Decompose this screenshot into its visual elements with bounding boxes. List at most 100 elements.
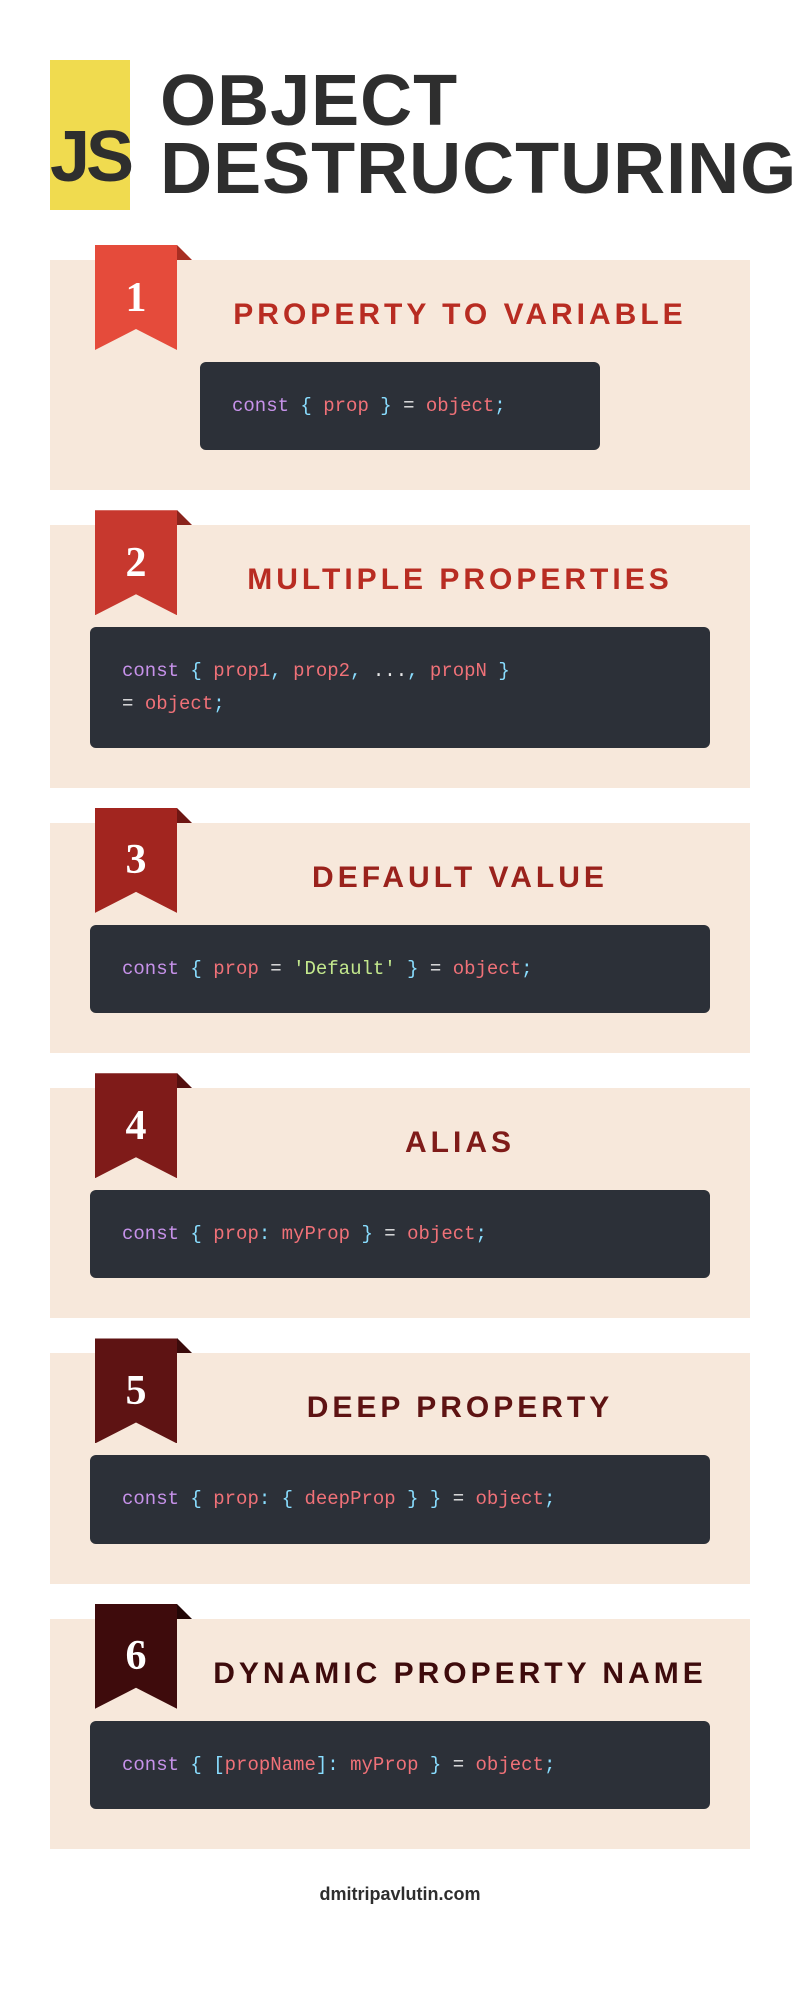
footer-credit: dmitripavlutin.com [50,1884,750,1925]
ribbon: 6 [95,1604,177,1709]
code-token [202,660,213,682]
ribbon-number: 3 [95,808,177,913]
code-token [312,395,323,417]
section-4: 4ALIASconst { prop: myProp } = object; [50,1088,750,1318]
section-title: DEEP PROPERTY [210,1383,710,1425]
code-token [487,660,498,682]
code-token: : [259,1488,270,1510]
code-token [392,395,403,417]
code-token [361,660,372,682]
code-token [270,1488,281,1510]
js-logo-text: JS [50,116,130,198]
code-token: prop [213,1223,259,1245]
code-token: { [190,1488,201,1510]
code-token [259,958,270,980]
code-token: const [122,1488,179,1510]
ribbon-fold [177,1073,192,1088]
code-token: { [190,660,201,682]
code-token: , [350,660,361,682]
code-block: const { prop: { deepProp } } = object; [90,1455,710,1543]
section-6: 6DYNAMIC PROPERTY NAMEconst { [propName]… [50,1619,750,1849]
code-token [369,395,380,417]
code-token [202,958,213,980]
code-token: propName [225,1754,316,1776]
code-token: deepProp [304,1488,395,1510]
ribbon-number: 4 [95,1073,177,1178]
code-token: propN [430,660,487,682]
code-token: const [122,1754,179,1776]
code-token [179,958,190,980]
code-token [464,1488,475,1510]
code-token: } [430,1754,441,1776]
code-token: , [407,660,418,682]
code-token: = [453,1488,464,1510]
code-token [282,660,293,682]
code-token [179,1223,190,1245]
code-token: prop1 [213,660,270,682]
section-title: PROPERTY TO VARIABLE [210,290,710,332]
code-token [373,1223,384,1245]
code-token: } [380,395,391,417]
code-token: const [122,1223,179,1245]
section-5: 5DEEP PROPERTYconst { prop: { deepProp }… [50,1353,750,1583]
code-token [179,1488,190,1510]
code-token [441,958,452,980]
code-token: = [270,958,281,980]
code-token: } [407,958,418,980]
code-token: prop [213,958,259,980]
code-token: const [232,395,289,417]
code-token: prop2 [293,660,350,682]
code-token: ] [316,1754,327,1776]
ribbon: 3 [95,808,177,913]
code-token: = [453,1754,464,1776]
ribbon-number: 1 [95,245,177,350]
code-token [396,1488,407,1510]
code-token: { [190,1223,201,1245]
code-block: const { prop: myProp } = object; [90,1190,710,1278]
code-token [270,1223,281,1245]
code-block: const { [propName]: myProp } = object; [90,1721,710,1809]
code-token: { [282,1488,293,1510]
code-token: [ [213,1754,224,1776]
code-token: = [122,693,133,715]
code-token [282,958,293,980]
code-token [179,660,190,682]
title-line-2: DESTRUCTURING [160,135,797,203]
code-token [441,1488,452,1510]
ribbon-number: 5 [95,1338,177,1443]
code-token [419,1488,430,1510]
code-token: ; [544,1488,555,1510]
code-token: } [498,660,509,682]
code-token [202,1488,213,1510]
code-token: ... [373,660,407,682]
code-token [419,1754,430,1776]
code-block: const { prop } = object; [200,362,600,450]
code-token [414,395,425,417]
code-token: const [122,958,179,980]
ribbon: 5 [95,1338,177,1443]
title-line-1: OBJECT [160,67,797,135]
code-token: object [453,958,521,980]
code-token [202,1754,213,1776]
code-token: myProp [350,1754,418,1776]
code-token: 'Default' [293,958,396,980]
code-token [464,1754,475,1776]
section-title: ALIAS [210,1118,710,1160]
ribbon: 1 [95,245,177,350]
code-token [419,660,430,682]
code-token [419,958,430,980]
ribbon: 4 [95,1073,177,1178]
code-token: object [145,693,213,715]
code-token: ; [544,1754,555,1776]
code-token [133,693,144,715]
code-token [293,1488,304,1510]
code-token: ; [521,958,532,980]
code-token [396,1223,407,1245]
section-3: 3DEFAULT VALUEconst { prop = 'Default' }… [50,823,750,1053]
ribbon-fold [177,1338,192,1353]
code-token: ; [213,693,224,715]
code-token: : [327,1754,338,1776]
ribbon: 2 [95,510,177,615]
code-token: ; [494,395,505,417]
code-token: ; [476,1223,487,1245]
